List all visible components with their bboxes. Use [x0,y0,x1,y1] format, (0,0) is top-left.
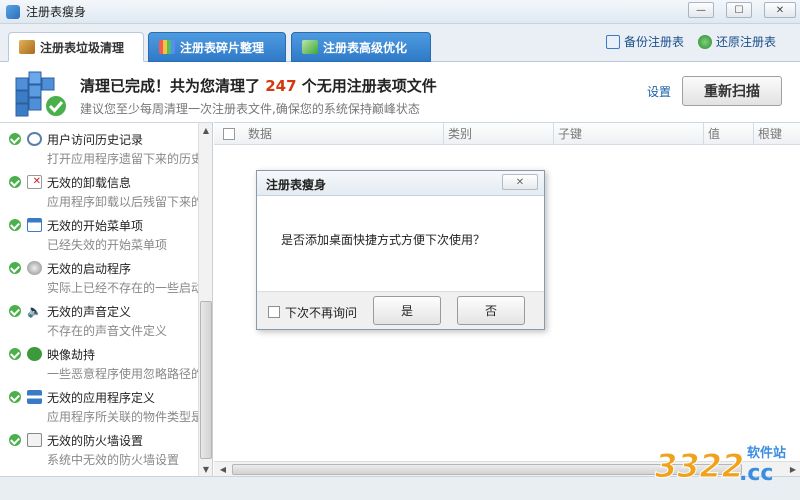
window-title: 注册表瘦身 [26,5,87,19]
restore-label: 还原注册表 [716,35,777,49]
backup-icon [606,34,620,49]
tab-advanced-optimize[interactable]: 注册表高级优化 [291,32,431,62]
shortcut-dialog: 注册表瘦身 ✕ 是否添加桌面快捷方式方便下次使用？ 下次不再询问 是 否 [256,170,545,330]
uninstall-icon: ✕ [27,175,42,189]
check-icon [9,262,21,274]
settings-link[interactable]: 设置 [647,83,671,100]
restore-registry-link[interactable]: 还原注册表 [698,33,776,50]
tab-label: 注册表垃圾清理 [40,40,125,55]
status-prefix: 清理已完成！共为您清理了 [80,77,261,95]
backup-registry-link[interactable]: 备份注册表 [606,33,684,50]
firewall-icon [27,433,42,447]
scroll-up-icon[interactable]: ▲ [199,123,212,137]
category-desc: 系统中无效的防火墙设置 [47,453,180,467]
category-title: 无效的启动程序 [47,262,132,276]
category-title: 用户访问历史记录 [47,133,144,147]
no-button[interactable]: 否 [457,296,525,325]
start-menu-icon [27,218,42,232]
column-data[interactable]: 数据 [244,123,444,145]
tab-bar: 注册表垃圾清理 注册表碎片整理 注册表高级优化 备份注册表 还原注册表 [0,24,800,62]
broom-icon [19,40,35,54]
column-value[interactable]: 值 [704,123,754,145]
rescan-button[interactable]: 重新扫描 [682,76,782,106]
clock-icon [27,132,42,146]
watermark-tld: .cc [739,461,774,486]
category-desc: 打开应用程序遗留下来的历史 [47,152,204,166]
category-title: 映像劫持 [47,348,96,362]
column-subkey[interactable]: 子键 [554,123,704,145]
status-suffix: 个无用注册表项文件 [301,77,437,95]
status-headline: 清理已完成！共为您清理了 247 个无用注册表项文件 [80,75,437,96]
category-list: 用户访问历史记录 打开应用程序遗留下来的历史 ✕ 无效的卸载信息 应用程序卸载以… [0,122,213,476]
close-button[interactable]: ✕ [764,2,796,18]
site-watermark: 3322 软件站 .cc [654,441,795,493]
list-item[interactable]: 无效的应用程序定义 应用程序所关联的物件类型是 [0,384,203,427]
category-title: 无效的声音定义 [47,305,132,319]
watermark-site: 软件站 [747,446,787,461]
column-rootkey[interactable]: 根键 [754,123,800,145]
check-icon [9,305,21,317]
speaker-icon: 🔈 [27,304,42,318]
bug-icon [27,347,42,361]
app-icon [6,4,20,19]
dialog-body: 是否添加桌面快捷方式方便下次使用？ [257,197,544,291]
tab-label: 注册表碎片整理 [180,40,265,55]
list-item[interactable]: 用户访问历史记录 打开应用程序遗留下来的历史 [0,126,203,169]
check-icon [9,133,21,145]
tab-label: 注册表高级优化 [323,40,408,55]
list-item[interactable]: ✕ 无效的卸载信息 应用程序卸载以后残留下来的 [0,169,203,212]
category-desc: 已经失效的开始菜单项 [47,238,168,252]
column-category[interactable]: 类别 [444,123,554,145]
tab-registry-cleanup[interactable]: 注册表垃圾清理 [8,32,144,62]
table-header: 数据 类别 子键 值 根键 [214,123,800,145]
dialog-message: 是否添加桌面快捷方式方便下次使用？ [281,233,486,247]
backup-label: 备份注册表 [624,35,685,49]
defrag-blocks-icon [159,40,175,54]
tab-registry-defrag[interactable]: 注册表碎片整理 [148,32,286,62]
registry-cleaned-icon [15,71,68,118]
list-item[interactable]: 映像劫持 一些恶意程序使用忽略路径的 [0,341,203,384]
dialog-close-button[interactable]: ✕ [502,174,538,190]
check-icon [9,219,21,231]
network-icon [27,390,42,404]
check-icon [9,348,21,360]
dialog-title-bar: 注册表瘦身 ✕ [257,171,544,196]
category-desc: 一些恶意程序使用忽略路径的 [47,367,204,381]
status-subtext: 建议您至少每周清理一次注册表文件,确保您的系统保持巅峰状态 [80,102,420,116]
chart-icon [302,40,318,54]
category-desc: 应用程序卸载以后残留下来的 [47,195,204,209]
category-desc: 不存在的声音文件定义 [47,324,168,338]
status-banner: 清理已完成！共为您清理了 247 个无用注册表项文件 建议您至少每周清理一次注册… [0,63,800,121]
startup-icon [27,261,42,275]
check-icon [9,391,21,403]
dont-ask-checkbox[interactable] [268,306,280,318]
check-icon [9,176,21,188]
dialog-footer: 下次不再询问 是 否 [257,291,544,329]
list-item[interactable]: 🔈 无效的声音定义 不存在的声音文件定义 [0,298,198,341]
yes-button[interactable]: 是 [373,296,441,325]
category-scrollbar[interactable]: ▲ ▼ [198,123,212,476]
scroll-thumb[interactable] [200,301,212,459]
select-all-checkbox[interactable] [223,128,235,140]
scroll-down-icon[interactable]: ▼ [199,462,212,476]
scroll-left-icon[interactable]: ◀ [216,462,230,477]
category-title: 无效的防火墙设置 [47,434,144,448]
category-title: 无效的卸载信息 [47,176,132,190]
dialog-title: 注册表瘦身 [266,178,327,192]
category-title: 无效的开始菜单项 [47,219,144,233]
maximize-button[interactable]: ☐ [726,2,752,18]
watermark-number: 3322 [654,447,745,486]
list-item[interactable]: 无效的启动程序 实际上已经不存在的一些启动 [0,255,203,298]
list-item[interactable]: 无效的防火墙设置 系统中无效的防火墙设置 [0,427,198,470]
minimize-button[interactable]: — [688,2,714,18]
title-bar: 注册表瘦身 — ☐ ✕ [0,0,800,24]
check-icon [9,434,21,446]
category-desc: 实际上已经不存在的一些启动 [47,281,204,295]
category-title: 无效的应用程序定义 [47,391,156,405]
category-desc: 应用程序所关联的物件类型是 [47,410,204,424]
list-item[interactable]: 无效的开始菜单项 已经失效的开始菜单项 [0,212,198,255]
dont-ask-label[interactable]: 下次不再询问 [285,304,357,321]
cleaned-count: 247 [265,77,297,95]
restore-icon [698,34,712,49]
